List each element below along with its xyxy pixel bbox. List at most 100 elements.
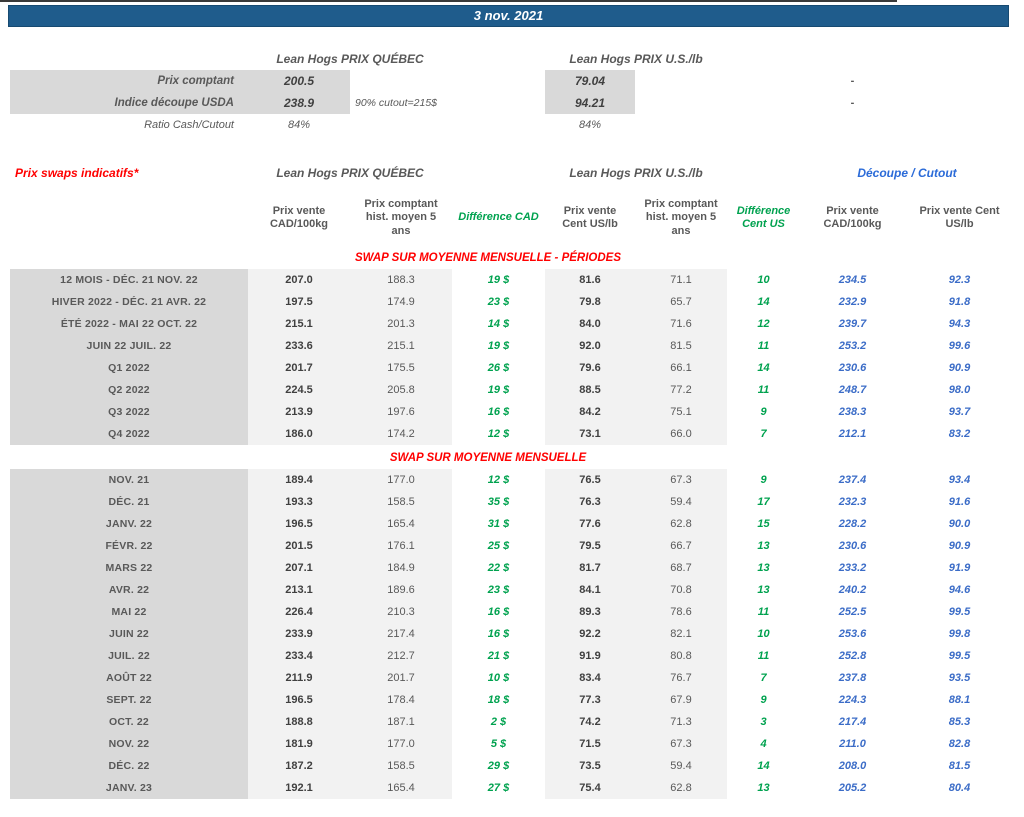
period-label: OCT. 22: [10, 711, 248, 733]
qc-sale-price: 192.1: [248, 777, 350, 799]
period-label: MAI 22: [10, 601, 248, 623]
column-header: Différence Cent US: [727, 189, 800, 247]
qc-hist-avg: 165.4: [350, 513, 452, 535]
us-difference: 9: [727, 469, 800, 491]
us-hist-avg: 81.5: [635, 335, 727, 357]
period-label: FÉVR. 22: [10, 535, 248, 557]
cutout-cad-price: 217.4: [800, 711, 905, 733]
qc-difference: 12 $: [452, 469, 545, 491]
qc-ratio: 84%: [248, 114, 350, 136]
date-banner: 3 nov. 2021: [8, 5, 1009, 27]
us-difference: 14: [727, 357, 800, 379]
spot-price-row: Prix comptant 200.5 79.04 -: [10, 70, 1024, 92]
column-header: Prix comptant hist. moyen 5 ans: [350, 189, 452, 247]
period-label: ÉTÉ 2022 - MAI 22 OCT. 22: [10, 313, 248, 335]
us-hist-avg: 71.6: [635, 313, 727, 335]
us-difference: 17: [727, 491, 800, 513]
qc-hist-avg: 158.5: [350, 755, 452, 777]
qc-sale-price: 196.5: [248, 689, 350, 711]
us-hist-avg: 75.1: [635, 401, 727, 423]
qc-difference: 19 $: [452, 269, 545, 291]
us-sale-price: 76.5: [545, 469, 635, 491]
swap-row: AVR. 22213.1189.623 $84.170.813240.294.6: [10, 579, 1024, 601]
swap-row: JUIL. 22233.4212.721 $91.980.811252.899.…: [10, 645, 1024, 667]
qc-hist-avg: 174.9: [350, 291, 452, 313]
us-ratio: 84%: [545, 114, 635, 136]
period-label: JANV. 22: [10, 513, 248, 535]
us-hist-avg: 59.4: [635, 491, 727, 513]
cutout-us-price: 83.2: [905, 423, 1014, 445]
us-difference: 7: [727, 423, 800, 445]
qc-hist-avg: 201.7: [350, 667, 452, 689]
period-label: AOÛT 22: [10, 667, 248, 689]
swaps-qc-title: Lean Hogs PRIX QUÉBEC: [248, 163, 452, 183]
us-hist-avg: 67.3: [635, 733, 727, 755]
qc-hist-avg: 201.3: [350, 313, 452, 335]
ratio-row: Ratio Cash/Cutout 84% 84%: [10, 114, 1024, 136]
qc-sale-price: 207.1: [248, 557, 350, 579]
swaps-us-title: Lean Hogs PRIX U.S./lb: [545, 163, 727, 183]
qc-difference: 14 $: [452, 313, 545, 335]
qc-difference: 25 $: [452, 535, 545, 557]
qc-price-title: Lean Hogs PRIX QUÉBEC: [248, 51, 452, 70]
cutout-us-price: 91.9: [905, 557, 1014, 579]
us-sale-price: 79.5: [545, 535, 635, 557]
cutout-cad-price: 212.1: [800, 423, 905, 445]
us-difference: 10: [727, 269, 800, 291]
cutout-cad-price: 252.5: [800, 601, 905, 623]
cutout-us-price: 90.9: [905, 535, 1014, 557]
period-label: DÉC. 21: [10, 491, 248, 513]
us-hist-avg: 67.3: [635, 469, 727, 491]
us-difference: 15: [727, 513, 800, 535]
cutout-us-price: 99.8: [905, 623, 1014, 645]
us-sale-price: 75.4: [545, 777, 635, 799]
us-difference: 13: [727, 579, 800, 601]
swap-row: DÉC. 22187.2158.529 $73.559.414208.081.5: [10, 755, 1024, 777]
swap-row: JUIN 22 JUIL. 22233.6215.119 $92.081.511…: [10, 335, 1024, 357]
us-sale-price: 91.9: [545, 645, 635, 667]
us-hist-avg: 78.6: [635, 601, 727, 623]
swap-row: MAI 22226.4210.316 $89.378.611252.599.5: [10, 601, 1024, 623]
us-difference: 11: [727, 335, 800, 357]
cutout-us-price: 99.6: [905, 335, 1014, 357]
qc-difference: 21 $: [452, 645, 545, 667]
qc-difference: 16 $: [452, 623, 545, 645]
us-sale-price: 84.0: [545, 313, 635, 335]
us-sale-price: 71.5: [545, 733, 635, 755]
spot-price-label: Prix comptant: [10, 70, 248, 92]
qc-sale-price: 207.0: [248, 269, 350, 291]
cutout-index-label: Indice découpe USDA: [10, 92, 248, 114]
section-header: SWAP SUR MOYENNE MENSUELLE - PÉRIODES: [0, 247, 1024, 269]
qc-difference: 16 $: [452, 401, 545, 423]
us-difference: 11: [727, 379, 800, 401]
period-label: SEPT. 22: [10, 689, 248, 711]
swap-row: ÉTÉ 2022 - MAI 22 OCT. 22215.1201.314 $8…: [10, 313, 1024, 335]
qc-difference: 10 $: [452, 667, 545, 689]
us-difference: 4: [727, 733, 800, 755]
qc-hist-avg: 174.2: [350, 423, 452, 445]
qc-spot-price: 200.5: [248, 70, 350, 92]
qc-hist-avg: 184.9: [350, 557, 452, 579]
us-hist-avg: 66.1: [635, 357, 727, 379]
column-header: Prix vente CAD/100kg: [800, 189, 905, 247]
cutout-us-price: 82.8: [905, 733, 1014, 755]
period-label: Q3 2022: [10, 401, 248, 423]
us-difference: 13: [727, 777, 800, 799]
us-sale-price: 79.8: [545, 291, 635, 313]
qc-sale-price: 215.1: [248, 313, 350, 335]
cutout-cad-price: 240.2: [800, 579, 905, 601]
cutout-us-price: 88.1: [905, 689, 1014, 711]
section-header: SWAP SUR MOYENNE MENSUELLE: [0, 445, 1024, 469]
column-header: Différence CAD: [452, 189, 545, 247]
us-sale-price: 84.2: [545, 401, 635, 423]
cutout-cad-price: 224.3: [800, 689, 905, 711]
us-sale-price: 73.5: [545, 755, 635, 777]
period-label: NOV. 21: [10, 469, 248, 491]
qc-difference: 19 $: [452, 379, 545, 401]
swap-row: FÉVR. 22201.5176.125 $79.566.713230.690.…: [10, 535, 1024, 557]
qc-cutout-index: 238.9: [248, 92, 350, 114]
swap-row: NOV. 22181.9177.05 $71.567.34211.082.8: [10, 733, 1024, 755]
qc-hist-avg: 158.5: [350, 491, 452, 513]
us-hist-avg: 65.7: [635, 291, 727, 313]
cutout-cad-price: 237.8: [800, 667, 905, 689]
